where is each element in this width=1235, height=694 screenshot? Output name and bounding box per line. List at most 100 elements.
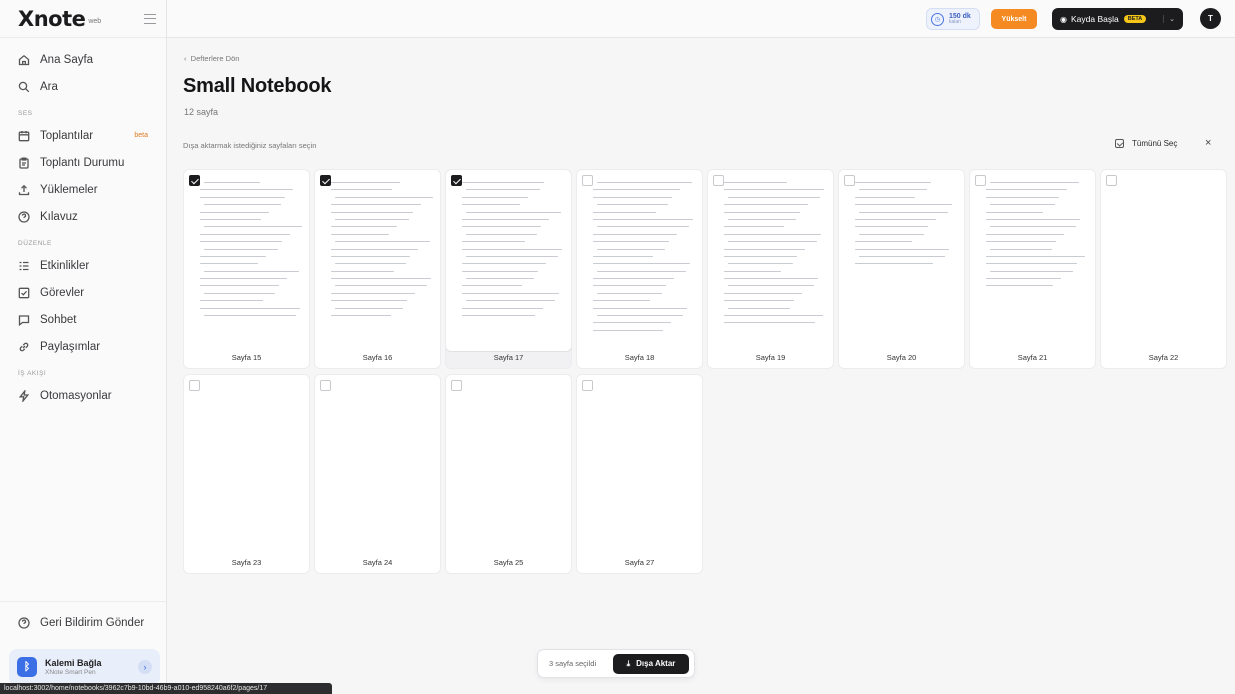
handwriting-preview	[986, 182, 1087, 293]
chevron-right-icon[interactable]: ›	[138, 660, 152, 674]
sidebar-item-label: Toplantı Durumu	[40, 156, 125, 169]
page-card[interactable]: Sayfa 21	[970, 170, 1095, 368]
logo[interactable]: Xnote	[18, 6, 86, 31]
sidebar-item-label: Görevler	[40, 286, 85, 299]
page-label: Sayfa 18	[624, 353, 655, 362]
logo-row: Xnote web	[0, 0, 166, 38]
page-checkbox[interactable]	[844, 175, 855, 186]
sidebar-item-label: Toplantılar	[40, 129, 94, 142]
avatar[interactable]: T	[1200, 8, 1221, 29]
clock-icon: ◷	[931, 12, 944, 26]
handwriting-preview	[462, 182, 563, 322]
page-thumbnail	[839, 170, 964, 351]
select-all-icon	[1115, 139, 1124, 148]
sidebar-item-görevler[interactable]: Görevler	[0, 280, 166, 305]
sidebar-item-paylaşımlar[interactable]: Paylaşımlar	[0, 334, 166, 359]
start-recording-button[interactable]: ◉ Kayda Başla BETA ⌄	[1052, 8, 1183, 30]
export-bar: 3 sayfa seçildi ⤓ Dışa Aktar	[537, 649, 695, 678]
page-card[interactable]: Sayfa 17	[446, 170, 571, 368]
page-thumbnail	[1101, 170, 1226, 351]
page-label: Sayfa 23	[231, 558, 262, 567]
page-card[interactable]: Sayfa 20	[839, 170, 964, 368]
sidebar-item-label: Kılavuz	[40, 210, 78, 223]
page-thumbnail	[577, 170, 702, 351]
page-checkbox[interactable]	[975, 175, 986, 186]
help-icon	[18, 616, 30, 629]
page-card[interactable]: Sayfa 19	[708, 170, 833, 368]
page-card[interactable]: Sayfa 23	[184, 375, 309, 573]
page-thumbnail	[577, 375, 702, 556]
page-label: Sayfa 21	[1017, 353, 1048, 362]
page-label: Sayfa 25	[493, 558, 524, 567]
page-checkbox[interactable]	[582, 380, 593, 391]
select-all-label: Tümünü Seç	[1132, 139, 1178, 148]
sidebar-item-otomasyonlar[interactable]: Otomasyonlar	[0, 383, 166, 408]
page-card[interactable]: Sayfa 22	[1101, 170, 1226, 368]
close-icon[interactable]: ×	[1205, 137, 1211, 149]
help-icon	[18, 210, 30, 223]
page-card[interactable]: Sayfa 18	[577, 170, 702, 368]
export-button[interactable]: ⤓ Dışa Aktar	[613, 653, 689, 674]
back-link[interactable]: ‹ Defterlere Dön	[184, 54, 239, 63]
automation-icon	[18, 389, 30, 402]
page-checkbox[interactable]	[320, 175, 331, 186]
page-card[interactable]: Sayfa 25	[446, 375, 571, 573]
topbar: ◷ 150 dk kalan Yükselt ◉ Kayda Başla BET…	[167, 0, 1235, 38]
page-card[interactable]: Sayfa 24	[315, 375, 440, 573]
sidebar-item-toplantı-durumu[interactable]: Toplantı Durumu	[0, 150, 166, 175]
section-label-ses: SES	[18, 110, 33, 117]
handwriting-preview	[200, 182, 302, 322]
home-icon	[18, 54, 30, 66]
sidebar-item-ana-sayfa[interactable]: Ana Sayfa	[0, 47, 166, 72]
page-card[interactable]: Sayfa 15	[184, 170, 309, 368]
page-checkbox[interactable]	[713, 175, 724, 186]
page-checkbox[interactable]	[320, 380, 331, 391]
connect-pen-card[interactable]: ᛒ Kalemi Bağla XNote Smart Pen ›	[9, 649, 160, 685]
section-label-workflow: İŞ AKIŞI	[18, 370, 47, 377]
page-card[interactable]: Sayfa 16	[315, 170, 440, 368]
chevron-down-icon[interactable]: ⌄	[1163, 15, 1175, 23]
handwriting-preview	[331, 182, 433, 322]
page-checkbox[interactable]	[451, 380, 462, 391]
page-thumbnail	[315, 170, 440, 351]
checkbox-icon	[18, 287, 30, 299]
page-checkbox[interactable]	[189, 175, 200, 186]
chevron-left-icon: ‹	[184, 54, 191, 63]
page-label: Sayfa 19	[755, 353, 786, 362]
upgrade-button[interactable]: Yükselt	[991, 9, 1037, 29]
select-all-button[interactable]: Tümünü Seç	[1115, 139, 1177, 148]
page-checkbox[interactable]	[1106, 175, 1117, 186]
beta-badge: beta	[134, 132, 148, 139]
sidebar-item-label: Geri Bildirim Gönder	[40, 616, 145, 629]
calendar-icon	[18, 130, 30, 142]
sidebar-item-feedback[interactable]: Geri Bildirim Gönder	[0, 610, 166, 635]
handwriting-preview	[593, 182, 694, 337]
credit-badge[interactable]: ◷ 150 dk kalan	[926, 8, 980, 30]
sidebar-item-label: Yüklemeler	[40, 183, 98, 196]
page-checkbox[interactable]	[451, 175, 462, 186]
sidebar-item-yüklemeler[interactable]: Yüklemeler	[0, 177, 166, 202]
record-icon: ◉	[1060, 14, 1067, 24]
sidebar-item-sohbet[interactable]: Sohbet	[0, 307, 166, 332]
page-label: Sayfa 27	[624, 558, 655, 567]
logo-text: Xnote	[18, 6, 86, 31]
pen-subtitle: XNote Smart Pen	[45, 669, 96, 676]
download-icon: ⤓	[626, 658, 631, 668]
instruction-text: Dışa aktarmak istediğiniz sayfaları seçi…	[183, 141, 317, 150]
export-label: Dışa Aktar	[636, 659, 676, 668]
logo-suffix: web	[88, 18, 102, 25]
chat-icon	[18, 314, 30, 326]
page-checkbox[interactable]	[189, 380, 200, 391]
sidebar-item-ara[interactable]: Ara	[0, 74, 166, 99]
sidebar-item-etkinlikler[interactable]: Etkinlikler	[0, 253, 166, 278]
page-checkbox[interactable]	[582, 175, 593, 186]
sidebar-item-kılavuz[interactable]: Kılavuz	[0, 204, 166, 229]
sidebar-toggle-icon[interactable]	[144, 13, 156, 24]
pen-title: Kalemi Bağla	[45, 658, 102, 668]
sidebar-item-label: Paylaşımlar	[40, 340, 101, 353]
page-card[interactable]: Sayfa 27	[577, 375, 702, 573]
record-label: Kayda Başla	[1070, 14, 1119, 24]
page-count: 12 sayfa	[184, 107, 219, 117]
sidebar-item-toplantılar[interactable]: Toplantılar beta	[0, 123, 166, 148]
handwriting-preview	[724, 182, 825, 330]
